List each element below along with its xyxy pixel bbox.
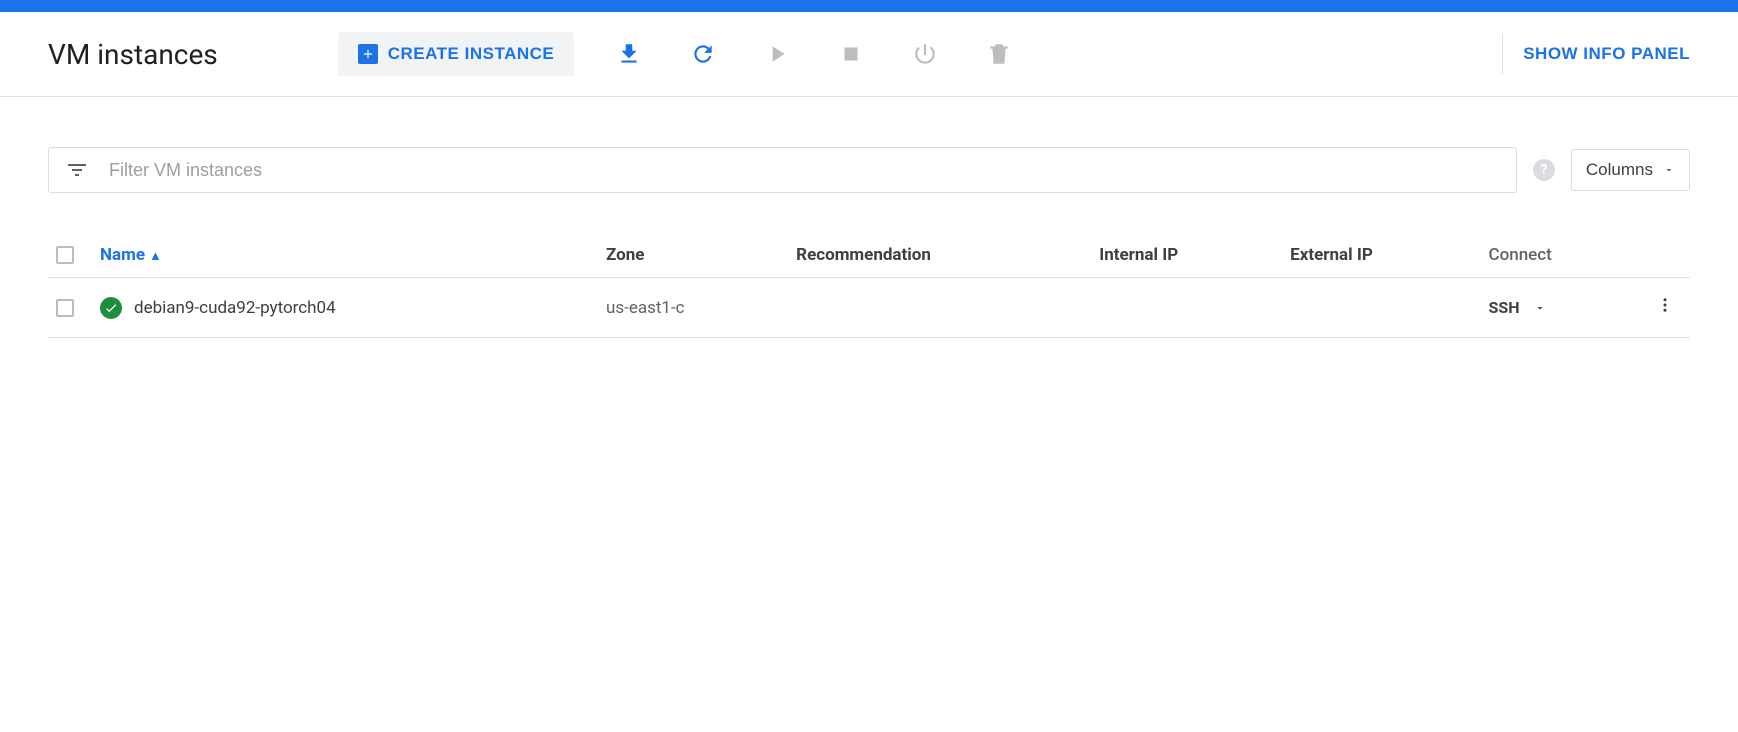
vm-table: Name▲ Zone Recommendation Internal IP Ex… — [48, 233, 1690, 338]
filter-icon — [65, 158, 89, 182]
header: VM instances CREATE INSTANCE S — [0, 12, 1738, 97]
chevron-down-icon — [1534, 302, 1546, 314]
column-header-name[interactable]: Name▲ — [92, 233, 598, 278]
stop-icon — [838, 41, 864, 67]
trash-icon — [986, 41, 1012, 67]
column-header-recommendation[interactable]: Recommendation — [788, 233, 1091, 278]
columns-button[interactable]: Columns — [1571, 149, 1690, 191]
instance-external-ip — [1282, 278, 1480, 338]
status-running-icon — [100, 297, 122, 319]
select-all-checkbox[interactable] — [56, 246, 74, 264]
filter-input[interactable] — [109, 160, 1500, 181]
start-button[interactable] — [758, 35, 796, 73]
filter-row: ? Columns — [48, 147, 1690, 193]
chevron-down-icon — [1663, 164, 1675, 176]
create-instance-button[interactable]: CREATE INSTANCE — [338, 32, 575, 76]
columns-label: Columns — [1586, 160, 1653, 180]
show-info-panel-button[interactable]: SHOW INFO PANEL — [1523, 44, 1690, 64]
column-header-connect: Connect — [1481, 233, 1641, 278]
download-icon — [616, 41, 642, 67]
toolbar: CREATE INSTANCE SHOW INFO PANEL — [338, 32, 1690, 76]
refresh-icon — [690, 41, 716, 67]
delete-button[interactable] — [980, 35, 1018, 73]
column-header-external-ip[interactable]: External IP — [1282, 233, 1480, 278]
page-title: VM instances — [48, 38, 218, 71]
more-actions-button[interactable] — [1648, 292, 1682, 323]
refresh-button[interactable] — [684, 35, 722, 73]
table-row: debian9-cuda92-pytorch04 us-east1-c SSH — [48, 278, 1690, 338]
instance-recommendation — [788, 278, 1091, 338]
table-header-row: Name▲ Zone Recommendation Internal IP Ex… — [48, 233, 1690, 278]
ssh-button[interactable]: SSH — [1489, 298, 1633, 317]
content: ? Columns Name▲ Zone Recommendation Inte… — [0, 97, 1738, 338]
column-header-internal-ip[interactable]: Internal IP — [1091, 233, 1282, 278]
more-vert-icon — [1656, 296, 1674, 314]
instance-internal-ip — [1091, 278, 1282, 338]
sort-ascending-icon: ▲ — [149, 249, 162, 264]
import-button[interactable] — [610, 35, 648, 73]
stop-button[interactable] — [832, 35, 870, 73]
create-instance-label: CREATE INSTANCE — [388, 44, 555, 64]
instance-zone: us-east1-c — [598, 278, 788, 338]
play-icon — [764, 41, 790, 67]
help-icon[interactable]: ? — [1533, 159, 1555, 181]
row-checkbox[interactable] — [56, 299, 74, 317]
column-header-zone[interactable]: Zone — [598, 233, 788, 278]
instance-name[interactable]: debian9-cuda92-pytorch04 — [134, 298, 336, 318]
filter-box[interactable] — [48, 147, 1517, 193]
top-bar — [0, 0, 1738, 12]
power-icon — [912, 41, 938, 67]
plus-icon — [358, 44, 378, 64]
reset-button[interactable] — [906, 35, 944, 73]
divider — [1502, 34, 1503, 74]
